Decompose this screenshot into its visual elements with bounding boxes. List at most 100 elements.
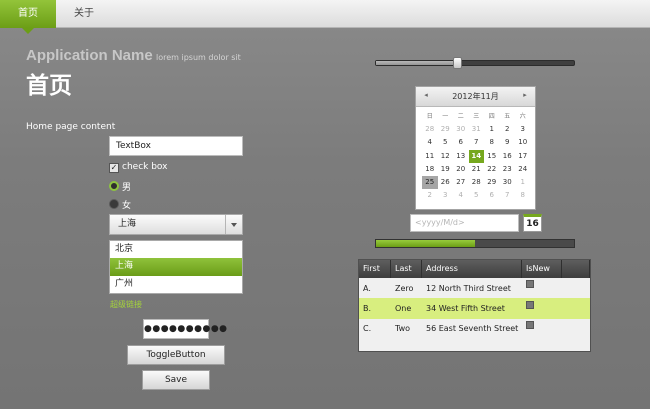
slider-thumb[interactable] [453,57,463,69]
weekday-label: 六 [519,113,526,120]
calendar-day[interactable]: 22 [484,163,500,176]
cell-address: 34 West Fifth Street [426,304,505,314]
calendar-day[interactable]: 4 [422,136,438,149]
list-item-selected[interactable]: 上海 [110,258,242,276]
table-row[interactable]: C. Two 56 East Seventh Street [359,319,590,339]
radio-female-label: 女 [122,201,132,211]
calendar-day[interactable]: 7 [500,189,516,202]
isnew-checkbox[interactable] [526,300,534,309]
calendar-day[interactable]: 4 [453,189,469,202]
calendar-day[interactable]: 18 [422,163,438,176]
combo-selected-value: 上海 [118,219,137,229]
table-row[interactable]: B. One 34 West Fifth Street [359,298,590,319]
calendar-day[interactable]: 3 [515,123,531,136]
list-item[interactable]: 广州 [110,276,242,293]
column-header-last[interactable]: Last [391,260,422,278]
weekday-label: 二 [457,113,464,120]
check-box[interactable]: ✓ [109,163,119,173]
city-combobox[interactable]: 上海 [109,214,243,235]
password-input[interactable]: ●●●●●●●●●● [143,319,227,339]
calendar-day[interactable]: 26 [438,176,454,189]
calendar-day[interactable]: 28 [422,123,438,136]
slider-fill [376,61,458,65]
check-box-label: check box [122,162,168,172]
calendar-day[interactable]: 19 [438,163,454,176]
calendar-day[interactable]: 11 [422,150,438,163]
date-input[interactable]: <yyyy/M/d> [410,214,519,232]
column-header-filler [562,260,590,278]
cell-first: A. [363,283,371,293]
radio-male-label: 男 [122,183,132,193]
calendar-day[interactable]: 8 [484,136,500,149]
hyperlink[interactable]: 超级链接 [110,299,142,310]
calendar-day[interactable]: 6 [453,136,469,149]
calendar-day[interactable]: 31 [469,123,485,136]
nav-tab-home[interactable]: 首页 [0,0,56,34]
calendar-month-title[interactable]: 2012年11月 [416,91,535,102]
calendar-day[interactable]: 9 [500,136,516,149]
city-listbox: 北京 上海 广州 [109,240,243,294]
data-grid: First Last Address IsNew A. Zero 12 Nort… [358,259,591,352]
calendar-icon[interactable]: 16 [523,214,542,232]
list-item[interactable]: 北京 [110,241,242,258]
calendar-day[interactable]: 20 [453,163,469,176]
calendar-day[interactable]: 2 [422,189,438,202]
calendar-day[interactable]: 1 [484,123,500,136]
weekday-label: 一 [442,113,449,120]
toggle-button[interactable]: ToggleButton [127,345,225,365]
calendar-day[interactable]: 23 [500,163,516,176]
home-content-label: Home page content [26,122,116,132]
cell-last: Two [395,324,410,334]
column-header-first[interactable]: First [359,260,391,278]
top-nav: 首页 关于 [0,0,650,34]
isnew-checkbox[interactable] [526,320,534,329]
calendar: ◂ 2012年11月 ▸ 日一二三四五六 28 29 30 31 1 2 3 4 5 6 7 8 9 10 1… [415,86,536,210]
save-button[interactable]: Save [142,370,210,390]
slider-track[interactable] [375,57,575,69]
nav-tab-about[interactable]: 关于 [62,0,106,28]
calendar-day[interactable]: 13 [453,150,469,163]
calendar-day[interactable]: 16 [500,150,516,163]
calendar-day[interactable]: 3 [438,189,454,202]
weekday-label: 三 [473,113,480,120]
radio-male[interactable] [109,181,119,191]
chevron-down-icon[interactable] [225,215,242,234]
column-header-address[interactable]: Address [422,260,522,278]
calendar-day[interactable]: 2 [500,123,516,136]
calendar-day[interactable]: 21 [469,163,485,176]
calendar-day[interactable]: 30 [500,176,516,189]
calendar-day[interactable]: 29 [438,123,454,136]
calendar-day[interactable]: 6 [484,189,500,202]
calendar-day[interactable]: 25 [422,175,438,190]
date-placeholder: <yyyy/M/d> [415,218,465,227]
cell-last: One [395,304,412,314]
calendar-day[interactable]: 12 [438,150,454,163]
calendar-day[interactable]: 8 [515,189,531,202]
calendar-day[interactable]: 1 [515,176,531,189]
table-row[interactable]: A. Zero 12 North Third Street [359,278,590,298]
cell-address: 12 North Third Street [426,283,511,293]
calendar-day[interactable]: 10 [515,136,531,149]
calendar-day[interactable]: 5 [469,189,485,202]
calendar-day[interactable]: 15 [484,150,500,163]
next-month-icon[interactable]: ▸ [519,91,531,99]
radio-female[interactable] [109,199,119,209]
column-header-isnew[interactable]: IsNew [522,260,562,278]
cell-first: B. [363,304,372,314]
calendar-day[interactable]: 30 [453,123,469,136]
calendar-day[interactable]: 24 [515,163,531,176]
progress-bar [375,239,575,248]
calendar-day[interactable]: 5 [438,136,454,149]
calendar-day[interactable]: 29 [484,176,500,189]
calendar-day[interactable]: 7 [469,136,485,149]
grid-header: First Last Address IsNew [359,260,590,278]
text-input[interactable]: TextBox [109,136,243,156]
calendar-day[interactable]: 14 [468,149,484,163]
cell-first: C. [363,324,372,334]
isnew-checkbox[interactable] [526,280,534,289]
calendar-day[interactable]: 17 [515,150,531,163]
page-title: 首页 [26,73,72,99]
calendar-day[interactable]: 27 [453,176,469,189]
weekday-label: 日 [426,113,433,120]
calendar-day[interactable]: 28 [469,176,485,189]
